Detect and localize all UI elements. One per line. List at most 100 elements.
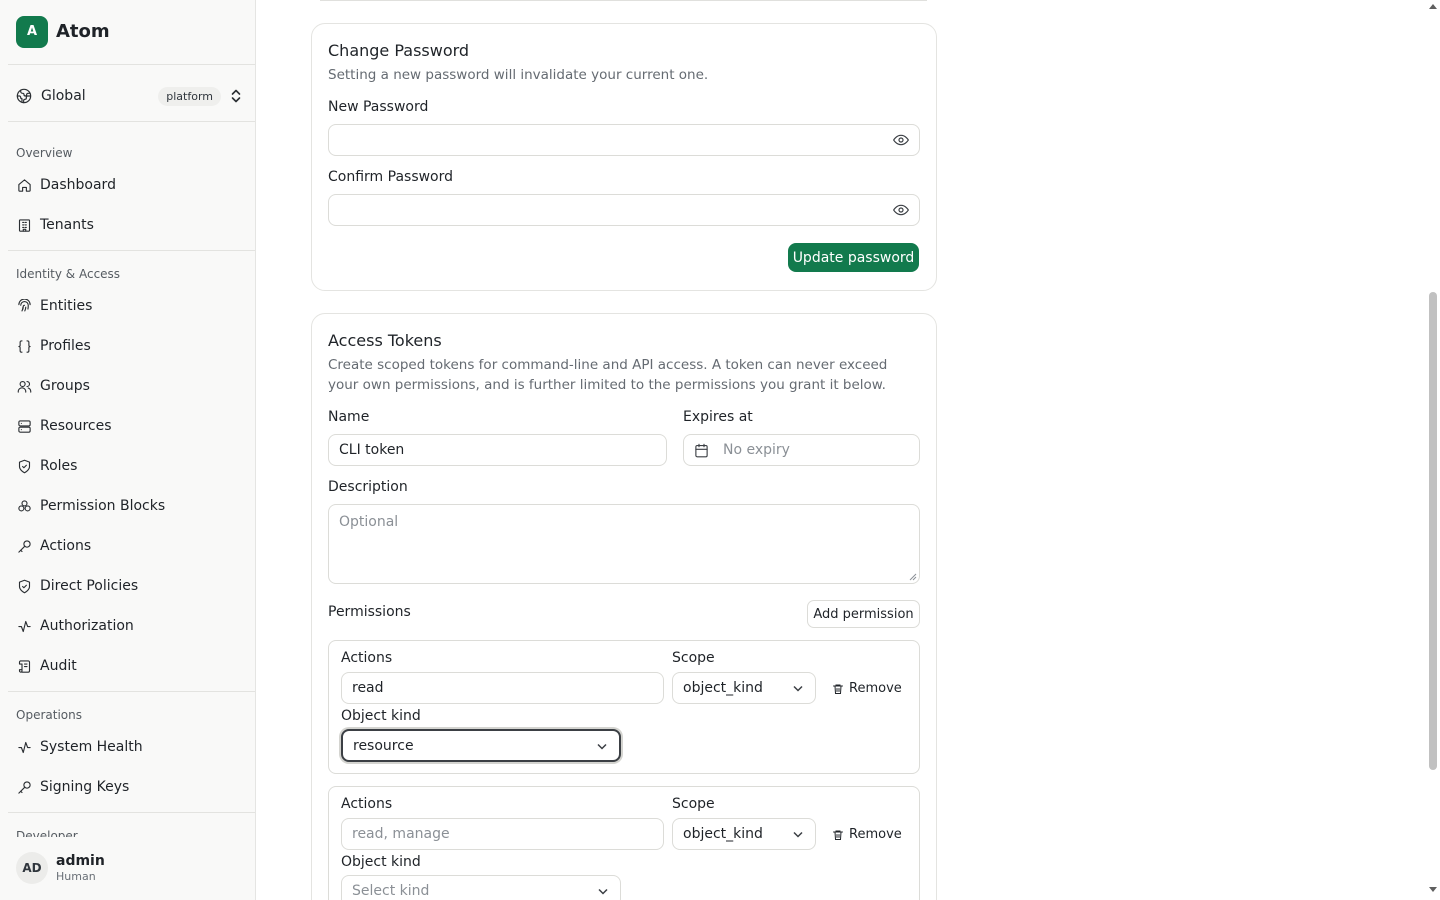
access-tokens-description: Create scoped tokens for command-line an… — [328, 357, 888, 393]
scope-label: Scope — [672, 650, 715, 666]
trash-icon — [833, 830, 843, 840]
sidebar-item-label: Permission Blocks — [40, 498, 166, 514]
new-password-field[interactable] — [328, 124, 920, 156]
permission-entry: Actions read, manage Scope object_kind R… — [328, 786, 920, 900]
add-permission-button[interactable]: Add permission — [807, 600, 920, 628]
sidebar-item-groups[interactable]: Groups — [16, 374, 246, 398]
object-kind-label: Object kind — [341, 708, 421, 724]
sidebar-item-label: Roles — [40, 458, 78, 474]
description-placeholder: Optional — [339, 514, 399, 530]
brand-name: Atom — [56, 21, 110, 42]
sidebar-item-audit[interactable]: Audit — [16, 654, 246, 678]
change-password-title: Change Password — [328, 41, 470, 60]
scope-value: object_kind — [683, 826, 763, 842]
permission-entry: Actions read Scope object_kind Remove Ob… — [328, 640, 920, 774]
scope-label: Scope — [672, 796, 715, 812]
shield-check-icon — [16, 458, 32, 474]
scrollbar-thumb[interactable] — [1429, 292, 1437, 770]
divider — [8, 64, 255, 65]
brand[interactable]: A Atom — [16, 15, 110, 48]
sidebar-item-dashboard[interactable]: Dashboard — [16, 173, 246, 197]
expires-at-label: Expires at — [683, 409, 753, 425]
sidebar-item-profiles[interactable]: Profiles — [16, 334, 246, 358]
change-password-card: Change Password Setting a new password w… — [311, 23, 937, 291]
sidebar-item-entities[interactable]: Entities — [16, 294, 246, 318]
sidebar-item-signing-keys[interactable]: Signing Keys — [16, 775, 246, 799]
sidebar-item-tenants[interactable]: Tenants — [16, 213, 246, 237]
object-kind-select[interactable]: resource — [341, 729, 621, 762]
sidebar-item-label: Tenants — [40, 217, 94, 233]
object-kind-label: Object kind — [341, 854, 421, 870]
fingerprint-icon — [16, 298, 32, 314]
scope-select[interactable]: object_kind — [672, 672, 816, 704]
sidebar-item-label: Direct Policies — [40, 578, 139, 594]
trash-icon — [833, 684, 843, 694]
expires-at-picker[interactable]: No expiry — [683, 434, 920, 466]
home-icon — [16, 177, 32, 193]
eye-icon[interactable] — [893, 134, 909, 146]
sidebar-item-permission-blocks[interactable]: Permission Blocks — [16, 494, 246, 518]
remove-permission-button[interactable]: Remove — [832, 681, 902, 696]
remove-permission-button[interactable]: Remove — [832, 827, 902, 842]
access-tokens-card: Access Tokens Create scoped tokens for c… — [311, 313, 937, 900]
nav-section-identity: Identity & Access — [16, 267, 121, 281]
sidebar-item-authorization[interactable]: Authorization — [16, 614, 246, 638]
divider — [8, 121, 255, 122]
sidebar-item-label: Actions — [40, 538, 92, 554]
shield-check-icon — [16, 578, 32, 594]
sidebar-item-resources[interactable]: Resources — [16, 414, 246, 438]
nav-section-developer: Developer — [16, 829, 78, 837]
divider — [8, 812, 255, 813]
building-icon — [16, 217, 32, 233]
server-icon — [16, 418, 32, 434]
braces-icon — [16, 338, 32, 354]
chevron-down-icon — [598, 888, 608, 895]
sidebar-item-system-health[interactable]: System Health — [16, 735, 246, 759]
permissions-label: Permissions — [328, 604, 411, 620]
calendar-icon — [695, 443, 708, 457]
confirm-password-label: Confirm Password — [328, 169, 454, 185]
sidebar-item-label: Dashboard — [40, 177, 116, 193]
key-icon — [16, 538, 32, 554]
avatar: AD — [16, 852, 48, 884]
sidebar-item-label: Groups — [40, 378, 90, 394]
nav-section-operations: Operations — [16, 708, 82, 722]
token-name-value: CLI token — [339, 442, 405, 458]
resize-handle-icon[interactable] — [909, 573, 917, 581]
eye-icon[interactable] — [893, 204, 909, 216]
sidebar-item-label: Signing Keys — [40, 779, 130, 795]
scrollbar[interactable] — [1426, 0, 1440, 900]
confirm-password-field[interactable] — [328, 194, 920, 226]
user-menu[interactable]: AD admin Human — [16, 849, 246, 887]
scope-switcher[interactable]: Global platform — [16, 84, 242, 108]
access-tokens-title: Access Tokens — [328, 331, 442, 350]
brand-logo: A — [16, 15, 48, 48]
actions-input[interactable]: read — [341, 672, 664, 704]
scroll-down-arrow-icon[interactable] — [1429, 887, 1437, 892]
token-name-input[interactable]: CLI token — [328, 434, 667, 466]
scroll-up-arrow-icon[interactable] — [1429, 4, 1437, 9]
remove-label: Remove — [849, 681, 902, 696]
object-kind-select[interactable]: Select kind — [341, 875, 621, 900]
scope-badge: platform — [158, 86, 221, 106]
sidebar-item-direct-policies[interactable]: Direct Policies — [16, 574, 246, 598]
nav-section-overview: Overview — [16, 146, 73, 160]
actions-label: Actions — [341, 796, 393, 812]
update-password-button[interactable]: Update password — [788, 243, 919, 272]
sidebar-item-actions[interactable]: Actions — [16, 534, 246, 558]
actions-input[interactable]: read, manage — [341, 818, 664, 850]
chevron-down-icon — [793, 685, 803, 692]
scope-value: object_kind — [683, 680, 763, 696]
chevrons-up-down-icon — [231, 89, 241, 103]
chevron-down-icon — [793, 831, 803, 838]
new-password-label: New Password — [328, 99, 429, 115]
divider — [8, 250, 255, 251]
scope-select[interactable]: object_kind — [672, 818, 816, 850]
divider — [8, 691, 255, 692]
sidebar-item-roles[interactable]: Roles — [16, 454, 246, 478]
description-textarea[interactable]: Optional — [328, 504, 920, 584]
sidebar: A Atom Global platform Overview Dashboar… — [0, 0, 256, 900]
object-kind-value: resource — [353, 737, 414, 754]
change-password-description: Setting a new password will invalidate y… — [328, 67, 709, 83]
user-name: admin — [56, 853, 105, 869]
